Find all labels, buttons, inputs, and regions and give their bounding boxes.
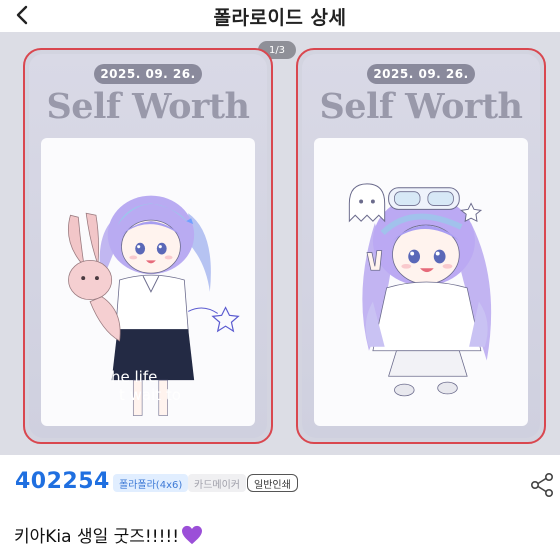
tag-size: 폴라폴라(4x6) xyxy=(113,474,189,492)
share-icon xyxy=(530,472,553,497)
post-title-text: 키아Kia 생일 굿즈!!!!! xyxy=(14,527,180,547)
product-info-row: 402254 폴라폴라(4x6) 카드메이커 일반인쇄 xyxy=(0,455,560,511)
price: 402254 xyxy=(15,469,110,494)
card-date: 2025. 09. 26. xyxy=(367,64,475,84)
tag-maker: 카드메이커 xyxy=(188,474,246,492)
post-title: 키아Kia 생일 굿즈!!!!! xyxy=(14,522,203,547)
card-body: 2025. 09. 26. Self Worth xyxy=(29,54,267,438)
share-button[interactable] xyxy=(528,471,556,499)
page-title: 폴라로이드 상세 xyxy=(213,7,347,29)
card-title: Self Worth xyxy=(319,86,523,127)
overlay-caption-1: he life xyxy=(111,368,158,386)
card-date: 2025. 09. 26. xyxy=(94,64,202,84)
photocard-left[interactable]: 2025. 09. 26. Self Worth he life t wait … xyxy=(23,48,273,444)
character-illustration xyxy=(314,138,528,426)
overlay-caption-2: t wait to xyxy=(119,386,181,404)
image-gallery[interactable]: 1/3 2025. 09. 26. Self Worth he life t w… xyxy=(0,32,560,455)
character-illustration: he life t wait to xyxy=(41,138,255,426)
card-title: Self Worth xyxy=(46,86,250,127)
header-bar: 폴라로이드 상세 xyxy=(0,0,560,32)
girl-with-goggles-image xyxy=(348,183,492,397)
card-body: 2025. 09. 26. Self Worth xyxy=(302,54,540,438)
tag-print: 일반인쇄 xyxy=(247,474,298,492)
photocard-right[interactable]: 2025. 09. 26. Self Worth xyxy=(296,48,546,444)
purple-heart-icon xyxy=(182,525,203,544)
